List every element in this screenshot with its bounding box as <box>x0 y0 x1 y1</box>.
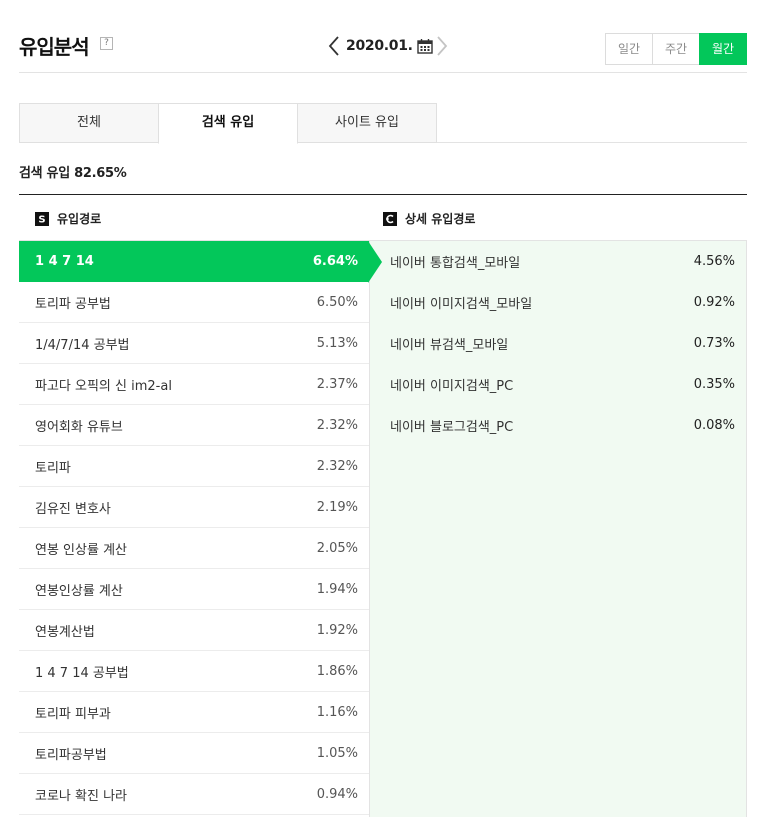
keyword-percent: 2.32% <box>316 417 358 433</box>
detail-row: 네이버 블로그검색_PC 0.08% <box>370 405 746 446</box>
page-title: 유입분석 <box>19 35 90 59</box>
keyword-percent: 5.13% <box>316 335 358 351</box>
keyword-percent: 2.05% <box>316 540 358 556</box>
detail-percent: 0.35% <box>693 377 735 392</box>
keyword-label: 코로나 확진 나라 <box>35 788 127 804</box>
naver-c-icon <box>383 211 397 226</box>
keyword-row[interactable]: 연봉 인상률 계산 2.05% <box>19 528 369 569</box>
keyword-label: 영어회화 유튜브 <box>35 419 123 435</box>
period-daily-button[interactable]: 일간 <box>605 33 653 65</box>
keyword-row-selected[interactable]: 1 4 7 14 6.64% <box>19 241 369 282</box>
keyword-percent: 2.32% <box>316 458 358 474</box>
period-toggle: 일간 주간 월간 <box>605 33 747 65</box>
detail-row: 네이버 이미지검색_PC 0.35% <box>370 364 746 405</box>
keyword-row[interactable]: 연봉계산법 1.92% <box>19 610 369 651</box>
detail-percent: 0.92% <box>693 295 735 310</box>
detail-row: 네이버 뷰검색_모바일 0.73% <box>370 323 746 364</box>
keyword-percent: 0.94% <box>316 786 358 802</box>
keyword-label: 1 4 7 14 공부법 <box>35 665 129 681</box>
keyword-label: 토리파 피부과 <box>35 706 111 722</box>
detail-label: 네이버 통합검색_모바일 <box>390 256 521 271</box>
keyword-label: 토리파 <box>35 460 71 476</box>
detail-path-label: 상세 유입경로 <box>405 212 476 226</box>
table-divider <box>19 194 747 195</box>
date-navigator: 2020.01. <box>325 33 451 59</box>
svg-text:S: S <box>38 214 45 223</box>
detail-label: 네이버 이미지검색_PC <box>390 379 514 394</box>
keyword-percent: 6.64% <box>312 253 358 269</box>
keyword-percent: 1.05% <box>316 745 358 761</box>
period-monthly-button[interactable]: 월간 <box>699 33 747 65</box>
search-inflow-summary: 검색 유입 82.65% <box>19 166 127 181</box>
keyword-label: 연봉 인상률 계산 <box>35 542 127 558</box>
keyword-row[interactable]: 토리파공부법 1.05% <box>19 733 369 774</box>
keyword-list: 1 4 7 14 6.64% 토리파 공부법 6.50% 1/4/7/14 공부법 5… <box>19 241 369 815</box>
detail-percent: 4.56% <box>693 254 735 269</box>
keyword-row[interactable]: 토리파 공부법 6.50% <box>19 282 369 323</box>
keyword-percent: 1.16% <box>316 704 358 720</box>
keyword-row[interactable]: 김유진 변호사 2.19% <box>19 487 369 528</box>
keyword-label: 1 4 7 14 <box>35 253 94 269</box>
calendar-icon[interactable] <box>416 38 433 54</box>
chevron-left-icon[interactable] <box>325 34 343 58</box>
keyword-row[interactable]: 1 4 7 14 공부법 1.86% <box>19 651 369 692</box>
naver-s-icon: S <box>35 211 49 226</box>
help-icon[interactable]: ? <box>100 37 113 50</box>
keyword-label: 파고다 오픽의 신 im2-al <box>35 378 172 394</box>
keyword-row[interactable]: 연봉인상률 계산 1.94% <box>19 569 369 610</box>
detail-row: 네이버 통합검색_모바일 4.56% <box>370 241 746 282</box>
detail-label: 네이버 이미지검색_모바일 <box>390 297 533 312</box>
keyword-row[interactable]: 영어회화 유튜브 2.32% <box>19 405 369 446</box>
keyword-row[interactable]: 코로나 확진 나라 0.94% <box>19 774 369 815</box>
tab-search-inflow[interactable]: 검색 유입 <box>158 103 298 144</box>
date-label: 2020.01. <box>346 38 413 54</box>
chevron-right-icon[interactable] <box>433 34 451 58</box>
keyword-label: 토리파 공부법 <box>35 296 111 312</box>
detail-label: 네이버 블로그검색_PC <box>390 420 514 435</box>
keyword-percent: 1.86% <box>316 663 358 679</box>
tab-all[interactable]: 전체 <box>19 103 159 143</box>
keyword-label: 김유진 변호사 <box>35 501 111 517</box>
period-weekly-button[interactable]: 주간 <box>652 33 700 65</box>
keyword-row[interactable]: 토리파 피부과 1.16% <box>19 692 369 733</box>
inflow-path-label: 유입경로 <box>57 212 102 226</box>
keyword-percent: 6.50% <box>316 294 358 310</box>
inflow-path-header: S 유입경로 <box>35 210 101 227</box>
detail-panel: 네이버 통합검색_모바일 4.56% 네이버 이미지검색_모바일 0.92% 네이버… <box>369 241 747 817</box>
keyword-percent: 2.19% <box>316 499 358 515</box>
keyword-percent: 1.94% <box>316 581 358 597</box>
tab-bar: 전체 검색 유입 사이트 유입 <box>19 103 747 144</box>
detail-label: 네이버 뷰검색_모바일 <box>390 338 509 353</box>
keyword-label: 연봉인상률 계산 <box>35 583 123 599</box>
keyword-row[interactable]: 토리파 2.32% <box>19 446 369 487</box>
detail-percent: 0.08% <box>693 418 735 433</box>
detail-percent: 0.73% <box>693 336 735 351</box>
detail-row: 네이버 이미지검색_모바일 0.92% <box>370 282 746 323</box>
selection-arrow <box>368 241 382 283</box>
keyword-label: 토리파공부법 <box>35 747 107 763</box>
tab-site-inflow[interactable]: 사이트 유입 <box>297 103 437 143</box>
page-header: 유입분석 ? 2020.01. 일간 주간 월간 <box>19 0 747 73</box>
keyword-percent: 1.92% <box>316 622 358 638</box>
keyword-label: 1/4/7/14 공부법 <box>35 337 130 353</box>
keyword-label: 연봉계산법 <box>35 624 95 640</box>
keyword-row[interactable]: 파고다 오픽의 신 im2-al 2.37% <box>19 364 369 405</box>
keyword-percent: 2.37% <box>316 376 358 392</box>
detail-path-header: 상세 유입경로 <box>383 210 475 227</box>
keyword-row[interactable]: 1/4/7/14 공부법 5.13% <box>19 323 369 364</box>
